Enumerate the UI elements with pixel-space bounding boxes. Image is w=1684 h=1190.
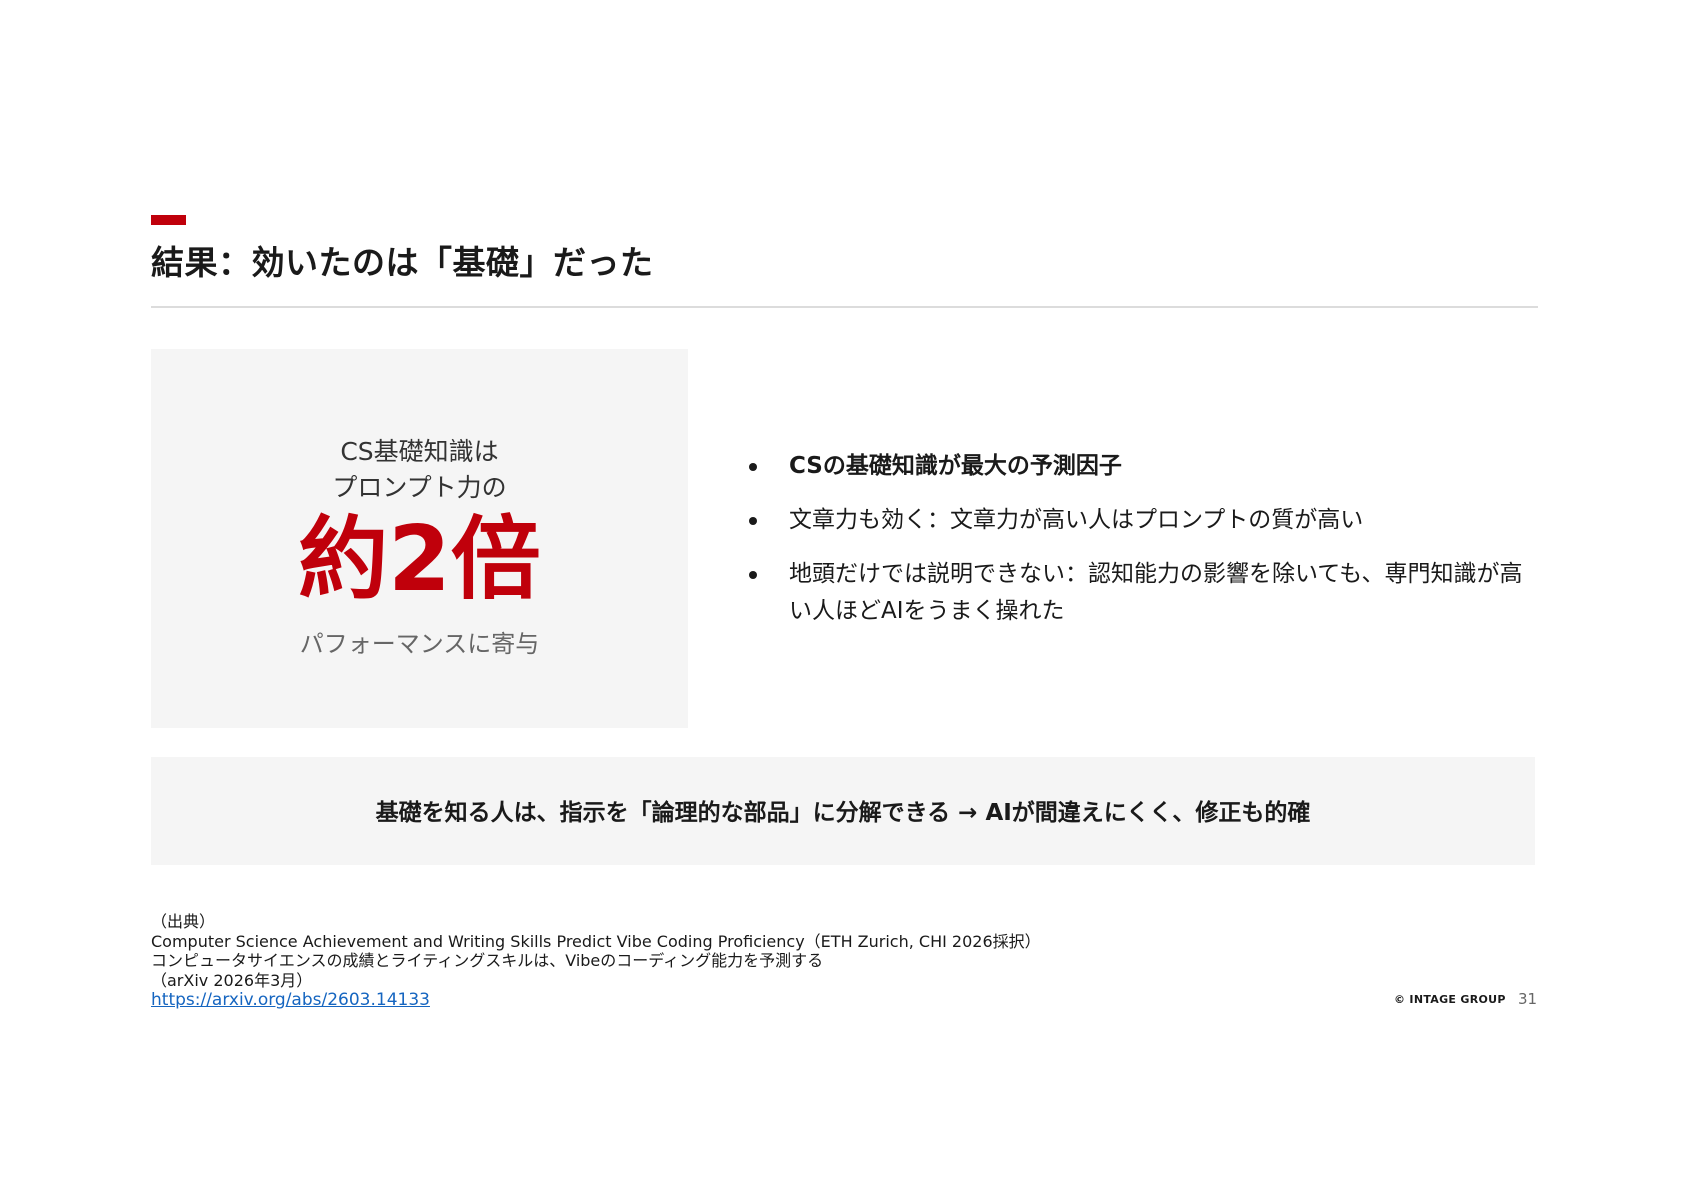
source-link[interactable]: https://arxiv.org/abs/2603.14133 [151,990,1041,1011]
list-item: 文章力も効く：文章力が高い人はプロンプトの質が高い [745,502,1545,539]
source-heading: （出典） [151,912,216,931]
source-date: （arXiv 2026年3月） [151,970,313,990]
title-divider [151,306,1538,308]
conclusion-text: 基礎を知る人は、指示を「論理的な部品」に分解できる → AIが間違えにくく、修正… [375,800,1311,826]
highlight-line-4: パフォーマンスに寄与 [299,630,540,658]
highlight-line-1: CS基礎知識は [340,437,499,466]
bullet-dot-icon [749,517,757,525]
list-item: 地頭だけでは説明できない：認知能力の影響を除いても、専門知識が高い人ほどAIをう… [745,556,1545,630]
bullet-dot-icon [749,571,757,579]
list-item: CSの基礎知識が最大の予測因子 [745,448,1545,485]
key-findings-list: CSの基礎知識が最大の予測因子 文章力も効く：文章力が高い人はプロンプトの質が高… [745,448,1545,647]
title-accent-bar [151,215,186,225]
highlight-big-number: 約2倍 [298,507,541,612]
source-title-en: Computer Science Achievement and Writing… [151,931,1041,951]
source-title-ja: コンピュータサイエンスの成績とライティングスキルは、Vibeのコーディング能力を… [151,951,824,970]
highlight-box: CS基礎知識は プロンプト力の 約2倍 パフォーマンスに寄与 [151,349,688,728]
page-number: 31 [1518,990,1538,1008]
bullet-dot-icon [749,463,757,471]
source-citation: （出典） Computer Science Achievement and Wr… [151,912,1041,1011]
highlight-line-2: プロンプト力の [332,473,507,502]
bullet-text: 文章力も効く：文章力が高い人はプロンプトの質が高い [789,507,1364,533]
bullet-text: 地頭だけでは説明できない：認知能力の影響を除いても、専門知識が高い人ほどAIをう… [789,561,1523,624]
company-logo: © INTAGE GROUP [1394,993,1506,1006]
bullet-text: CSの基礎知識が最大の予測因子 [789,453,1122,479]
slide-title: 結果：効いたのは「基礎」だった [151,243,654,282]
conclusion-box: 基礎を知る人は、指示を「論理的な部品」に分解できる → AIが間違えにくく、修正… [151,757,1535,865]
